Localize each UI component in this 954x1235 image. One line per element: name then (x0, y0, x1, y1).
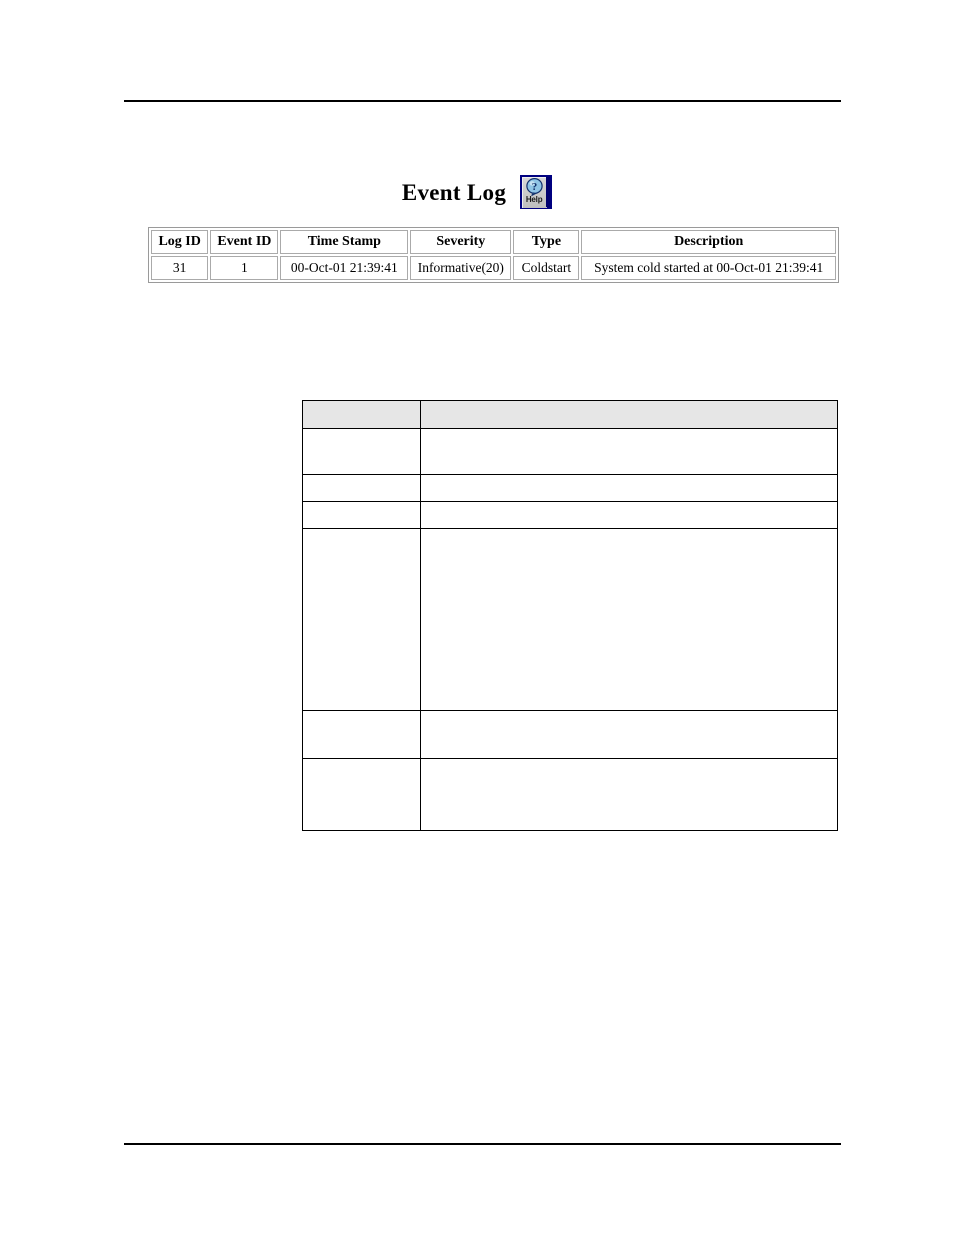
page-header-rule (124, 100, 841, 102)
table-row (301, 528, 838, 711)
spec-label-cell (301, 710, 422, 759)
column-header-time-stamp: Time Stamp (280, 230, 409, 254)
table-row: 31 1 00-Oct-01 21:39:41 Informative(20) … (151, 256, 836, 280)
svg-text:?: ? (532, 181, 538, 193)
spec-value-cell (420, 428, 838, 475)
spec-value-cell (420, 758, 838, 831)
spec-label-cell (301, 474, 422, 502)
cell-severity: Informative(20) (410, 256, 512, 280)
cell-type: Coldstart (513, 256, 580, 280)
spec-table-header-row (301, 400, 838, 429)
event-log-table: Log ID Event ID Time Stamp Severity Type… (148, 227, 839, 283)
table-row (301, 710, 838, 759)
column-header-log-id: Log ID (151, 230, 209, 254)
help-button-shadow (546, 177, 551, 207)
page-title: Event Log (401, 179, 507, 205)
field-description-table (301, 400, 838, 831)
spec-label-cell (301, 528, 422, 711)
spec-label-cell (301, 501, 422, 529)
help-button[interactable]: ? Help (520, 175, 553, 209)
spec-value-cell (420, 501, 838, 529)
spec-value-cell (420, 528, 838, 711)
spec-value-cell (420, 710, 838, 759)
question-mark-help-icon: ? (526, 178, 543, 196)
cell-event-id: 1 (210, 256, 279, 280)
column-header-type: Type (513, 230, 580, 254)
column-header-description: Description (581, 230, 836, 254)
column-header-event-id: Event ID (210, 230, 279, 254)
table-row (301, 501, 838, 529)
page-title-block: Event Log ? Help (0, 172, 954, 212)
table-row (301, 758, 838, 831)
spec-label-cell (301, 758, 422, 831)
spec-header-value-cell (420, 400, 838, 429)
cell-log-id: 31 (151, 256, 209, 280)
help-button-label: Help (525, 195, 543, 204)
spec-header-label-cell (301, 400, 422, 429)
column-header-severity: Severity (410, 230, 512, 254)
cell-description: System cold started at 00-Oct-01 21:39:4… (581, 256, 836, 280)
table-row (301, 474, 838, 502)
spec-value-cell (420, 474, 838, 502)
table-row (301, 428, 838, 475)
event-log-header-row: Log ID Event ID Time Stamp Severity Type… (151, 230, 836, 254)
spec-label-cell (301, 428, 422, 475)
page-footer-rule (124, 1143, 841, 1145)
cell-time-stamp: 00-Oct-01 21:39:41 (280, 256, 409, 280)
